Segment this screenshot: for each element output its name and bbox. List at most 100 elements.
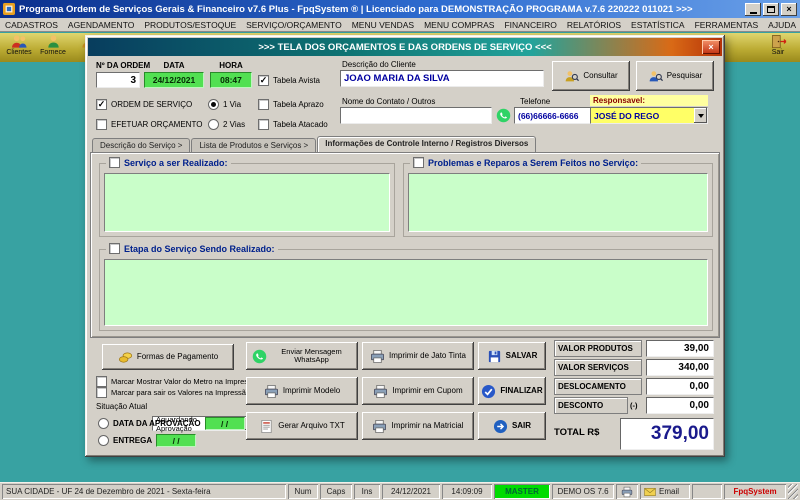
search-person-icon: [564, 69, 579, 84]
date-field[interactable]: 24/12/2021: [144, 72, 204, 88]
problemas-group-label: Problemas e Reparos a Serem Feitos no Se…: [428, 158, 638, 168]
menu-compras[interactable]: MENU COMPRAS: [419, 18, 499, 31]
toolbar-fornecedores[interactable]: Fornece: [37, 34, 69, 61]
problemas-group: Problemas e Reparos a Serem Feitos no Se…: [403, 163, 713, 237]
sair-button[interactable]: SAIR: [478, 412, 546, 440]
ordem-servico-checkbox[interactable]: ✓ ORDEM DE SERVIÇO: [96, 99, 192, 110]
salvar-button[interactable]: SALVAR: [478, 342, 546, 370]
client-field[interactable]: JOAO MARIA DA SILVA: [340, 70, 544, 87]
tabela-atacado-checkbox[interactable]: Tabela Atacado: [258, 119, 328, 130]
contact-field[interactable]: [340, 107, 492, 124]
entrega-field[interactable]: / /: [156, 434, 196, 447]
via2-radio[interactable]: 2 Vias: [208, 119, 245, 130]
finalize-check-icon: [481, 384, 496, 399]
responsavel-dropdown[interactable]: JOSÉ DO REGO: [590, 107, 708, 124]
whatsapp-send-button[interactable]: Enviar Mensagem WhatsApp: [246, 342, 358, 370]
pesquisar-button[interactable]: Pesquisar: [636, 61, 714, 91]
status-location: SUA CIDADE - UF 24 de Dezembro de 2021 -…: [2, 484, 286, 499]
status-demo: DEMO OS 7.6: [552, 484, 614, 499]
status-email: Email: [640, 484, 690, 499]
checkbox-box: [96, 376, 107, 387]
consultar-button[interactable]: Consultar: [552, 61, 630, 91]
menu-servico-orcamento[interactable]: SERVIÇO/ORÇAMENTO: [241, 18, 347, 31]
valor-servicos-value: 340,00: [646, 359, 714, 376]
efetuar-orcamento-checkbox[interactable]: EFETUAR ORÇAMENTO: [96, 119, 202, 130]
checkbox-box: [258, 119, 269, 130]
problemas-group-header: Problemas e Reparos a Serem Feitos no Se…: [410, 157, 641, 168]
button-label: Enviar Mensagem WhatsApp: [271, 348, 353, 365]
menu-estatistica[interactable]: ESTATÍSTICA: [626, 18, 690, 31]
search-person-icon: [648, 69, 663, 84]
radio-dot: [98, 418, 109, 429]
whatsapp-icon: [496, 108, 511, 123]
dialog-body: Nº DA ORDEM 3 DATA 24/12/2021 HORA 08:47…: [88, 56, 722, 454]
toolbar-clientes[interactable]: Clientes: [3, 34, 35, 61]
servico-memo[interactable]: [104, 173, 390, 232]
mostrar-metro-checkbox[interactable]: Marcar Mostrar Valor do Metro na Impress…: [96, 376, 260, 387]
resize-grip[interactable]: [788, 484, 798, 499]
radio-dot: [208, 99, 219, 110]
data-aprovacao-row[interactable]: DATA DA APROVAÇÃO / /: [98, 417, 245, 430]
problemas-memo[interactable]: [408, 173, 708, 232]
button-label: Imprimir de Jato Tinta: [389, 352, 466, 361]
status-time: 14:09:09: [442, 484, 492, 499]
printer-icon: [372, 419, 387, 434]
problemas-checkbox[interactable]: [413, 157, 424, 168]
formas-pagamento-button[interactable]: Formas de Pagamento: [102, 344, 234, 370]
entrega-label: ENTREGA: [113, 436, 152, 445]
tabela-avista-checkbox[interactable]: ✓ Tabela Avista: [258, 75, 320, 86]
maximize-button[interactable]: [763, 3, 779, 16]
entrega-row[interactable]: ENTREGA / /: [98, 434, 196, 447]
data-aprovacao-field[interactable]: / /: [205, 417, 245, 430]
tab-informacoes-controle[interactable]: Informações de Controle Interno / Regist…: [317, 136, 536, 152]
total-label: TOTAL R$: [554, 427, 599, 438]
tab-lista-produtos[interactable]: Lista de Produtos e Serviços >: [191, 138, 316, 152]
menu-cadastros[interactable]: CADASTROS: [0, 18, 63, 31]
toolbar-clientes-label: Clientes: [6, 49, 31, 56]
sair-valores-checkbox[interactable]: Marcar para sair os Valores na Impressão: [96, 387, 250, 398]
close-button[interactable]: ×: [781, 3, 797, 16]
order-number-field[interactable]: 3: [96, 72, 140, 88]
menu-produtos-estoque[interactable]: PRODUTOS/ESTOQUE: [139, 18, 241, 31]
etapa-group: Etapa do Serviço Sendo Realizado:: [99, 249, 713, 331]
status-ins: Ins: [354, 484, 380, 499]
menu-agendamento[interactable]: AGENDAMENTO: [63, 18, 139, 31]
coins-icon: [118, 350, 133, 365]
radio-dot: [98, 435, 109, 446]
tabela-atacado-label: Tabela Atacado: [273, 120, 328, 129]
imprimir-modelo-button[interactable]: Imprimir Modelo: [246, 377, 358, 405]
button-label: Gerar Arquivo TXT: [278, 422, 345, 431]
menu-ajuda[interactable]: AJUDA: [763, 18, 800, 31]
servico-checkbox[interactable]: [109, 157, 120, 168]
dialog-close-button[interactable]: ×: [702, 40, 720, 54]
etapa-group-label: Etapa do Serviço Sendo Realizado:: [124, 244, 275, 254]
efetuar-orcamento-label: EFETUAR ORÇAMENTO: [111, 120, 202, 129]
tabela-aprazo-checkbox[interactable]: Tabela Aprazo: [258, 99, 324, 110]
status-printer: [616, 484, 638, 499]
order-number-label: Nº DA ORDEM: [96, 61, 150, 70]
etapa-checkbox[interactable]: [109, 243, 120, 254]
servico-group-header: Serviço a ser Realizado:: [106, 157, 231, 168]
minimize-button[interactable]: [745, 3, 761, 16]
dropdown-button[interactable]: [694, 108, 707, 123]
menu-ferramentas[interactable]: FERRAMENTAS: [690, 18, 764, 31]
window-titlebar: Programa Ordem de Serviços Gerais & Fina…: [0, 0, 800, 18]
toolbar-sair[interactable]: Sair: [762, 34, 794, 61]
via1-radio[interactable]: 1 Via: [208, 99, 241, 110]
servico-group-label: Serviço a ser Realizado:: [124, 158, 228, 168]
finalizar-button[interactable]: FINALIZAR: [478, 377, 546, 405]
time-field[interactable]: 08:47: [210, 72, 252, 88]
imprimir-cupom-button[interactable]: Imprimir em Cupom: [362, 377, 474, 405]
desconto-minus: (-): [630, 401, 638, 410]
imprimir-jato-tinta-button[interactable]: Imprimir de Jato Tinta: [362, 342, 474, 370]
menu-vendas[interactable]: MENU VENDAS: [347, 18, 419, 31]
txt-file-icon: [259, 419, 274, 434]
etapa-memo[interactable]: [104, 259, 708, 326]
tab-descricao-servico[interactable]: Descrição do Serviço >: [92, 138, 190, 152]
menu-financeiro[interactable]: FINANCEIRO: [499, 18, 561, 31]
window-title: Programa Ordem de Serviços Gerais & Fina…: [19, 4, 741, 15]
imprimir-matricial-button[interactable]: Imprimir na Matricial: [362, 412, 474, 440]
time-label: HORA: [210, 61, 252, 70]
gerar-txt-button[interactable]: Gerar Arquivo TXT: [246, 412, 358, 440]
menu-relatorios[interactable]: RELATÓRIOS: [562, 18, 626, 31]
